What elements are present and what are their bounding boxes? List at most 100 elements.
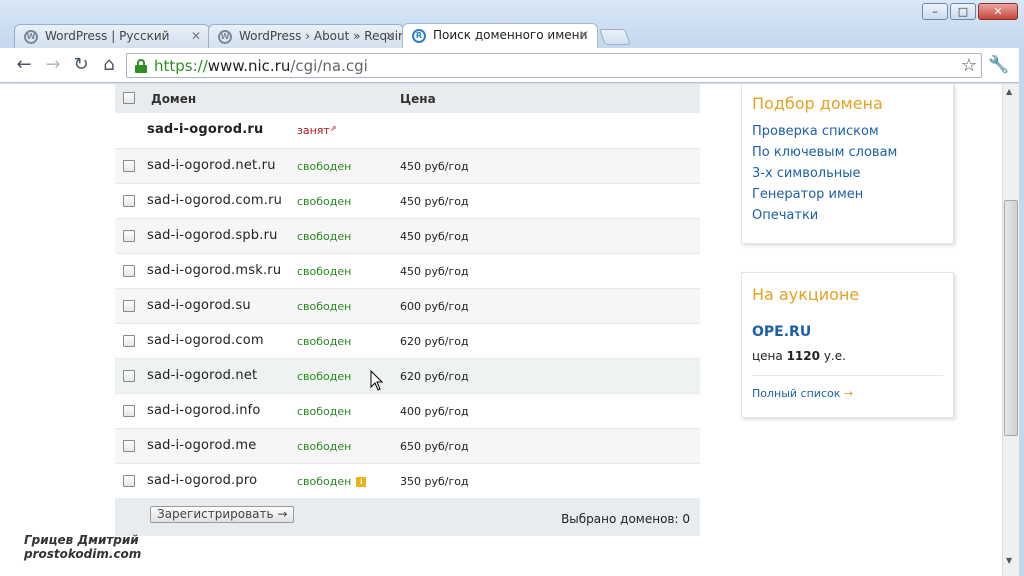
domain-status: свободен <box>297 335 352 348</box>
domain-checkbox[interactable] <box>123 335 135 347</box>
tab-close-icon[interactable]: ✕ <box>191 25 201 48</box>
domain-status: свободен <box>297 230 352 243</box>
auction-domain-link[interactable]: OPE.RU <box>752 324 943 340</box>
home-icon[interactable]: ⌂ <box>99 55 119 75</box>
tab-title: WordPress › About » Requir <box>239 29 403 43</box>
scroll-up-icon[interactable]: ▲ <box>1006 87 1012 96</box>
auction-panel: На аукционе OPE.RU цена 1120 у.е. Полный… <box>741 272 954 418</box>
browser-toolbar: ← → ↻ ⌂ https://www.nic.ru/cgi/na.cgi ☆ … <box>0 48 1024 83</box>
domain-status: свободен <box>297 440 352 453</box>
table-row: sad-i-ogorod.ru занят⇗ <box>115 113 700 148</box>
tab-close-icon[interactable]: ✕ <box>385 25 395 48</box>
tab-close-icon[interactable]: ✕ <box>579 24 589 47</box>
domain-checkbox[interactable] <box>123 300 135 312</box>
domain-price: 400 руб/год <box>400 405 469 418</box>
domain-status[interactable]: занят⇗ <box>297 124 337 137</box>
domain-checkbox[interactable] <box>123 475 135 487</box>
domain-status: свободен <box>297 265 352 278</box>
status-text: свободен <box>297 475 352 488</box>
vertical-scrollbar[interactable]: ▲ ▼ <box>1002 84 1019 576</box>
window-controls: – □ ✕ <box>922 3 1018 20</box>
domain-status: свободен <box>297 195 352 208</box>
domain-price: 450 руб/год <box>400 160 469 173</box>
watermark-line2: prostokodim.com <box>24 547 142 561</box>
domain-price: 650 руб/год <box>400 440 469 453</box>
nic-ru-icon: R <box>412 29 426 43</box>
price-suffix: у.е. <box>823 349 846 363</box>
domain-checkbox[interactable] <box>123 195 135 207</box>
table-row: sad-i-ogorod.me свободен 650 руб/год <box>115 428 700 463</box>
auction-title: На аукционе <box>752 285 860 304</box>
info-badge-icon[interactable]: i <box>356 477 367 487</box>
domain-checkbox[interactable] <box>123 265 135 277</box>
column-header-price: Цена <box>400 92 436 106</box>
domain-checkbox[interactable] <box>123 440 135 452</box>
full-list-label: Полный список <box>752 387 841 400</box>
domain-name: sad-i-ogorod.com.ru <box>147 193 283 208</box>
domain-price: 620 руб/год <box>400 370 469 383</box>
domain-name: sad-i-ogorod.com <box>147 333 264 348</box>
scrollbar-thumb[interactable] <box>1004 200 1018 436</box>
domain-status: свободен <box>297 405 352 418</box>
minimize-button[interactable]: – <box>922 3 948 20</box>
close-button[interactable]: ✕ <box>978 3 1018 20</box>
link-three-char[interactable]: 3-х символьные <box>752 166 953 187</box>
register-button[interactable]: Зарегистрировать → <box>150 506 295 523</box>
domain-name: sad-i-ogorod.info <box>147 403 261 418</box>
bookmark-star-icon[interactable]: ☆ <box>961 55 977 76</box>
back-arrow-icon[interactable]: ← <box>14 55 34 75</box>
address-bar[interactable]: https://www.nic.ru/cgi/na.cgi ☆ <box>126 53 982 78</box>
price-prefix: цена <box>752 349 783 363</box>
watermark: Грицев Дмитрий prostokodim.com <box>24 533 141 561</box>
domain-checkbox[interactable] <box>123 370 135 382</box>
domain-name: sad-i-ogorod.ru <box>147 122 264 137</box>
url-scheme: https:// <box>154 57 208 75</box>
link-name-generator[interactable]: Генератор имен <box>752 187 953 208</box>
wrench-icon[interactable]: 🔧 <box>988 55 1009 75</box>
domain-name: sad-i-ogorod.su <box>147 298 251 313</box>
domain-picker-title: Подбор домена <box>752 94 883 113</box>
tab-wordpress-russian[interactable]: W WordPress | Русский ✕ <box>14 24 210 48</box>
tab-title: Поиск доменного имени <box>433 28 588 42</box>
domain-status: свободен i <box>297 475 367 488</box>
table-row: sad-i-ogorod.msk.ru свободен 450 руб/год <box>115 253 700 288</box>
domain-checkbox[interactable] <box>123 230 135 242</box>
new-tab-button[interactable] <box>599 29 631 45</box>
watermark-line1: Грицев Дмитрий <box>24 533 139 547</box>
forward-arrow-icon[interactable]: → <box>43 55 63 75</box>
table-row: sad-i-ogorod.su свободен 600 руб/год <box>115 288 700 323</box>
domain-price: 450 руб/год <box>400 230 469 243</box>
link-keywords[interactable]: По ключевым словам <box>752 145 953 166</box>
domain-checkbox[interactable] <box>123 160 135 172</box>
domain-price: 620 руб/год <box>400 335 469 348</box>
link-typos[interactable]: Опечатки <box>752 208 953 229</box>
tab-wordpress-about[interactable]: W WordPress › About » Requir ✕ <box>208 24 404 48</box>
table-row: sad-i-ogorod.net.ru свободен 450 руб/год <box>115 148 700 183</box>
wordpress-icon: W <box>24 30 38 44</box>
wordpress-icon: W <box>218 30 232 44</box>
url-path: /cgi/na.cgi <box>290 57 368 75</box>
url-text[interactable]: https://www.nic.ru/cgi/na.cgi <box>154 56 368 76</box>
domain-name: sad-i-ogorod.spb.ru <box>147 228 278 243</box>
selected-value: 0 <box>682 512 690 526</box>
scroll-down-icon[interactable]: ▼ <box>1006 556 1012 565</box>
reload-icon[interactable]: ↻ <box>71 55 91 75</box>
maximize-button[interactable]: □ <box>950 3 976 20</box>
link-list-check[interactable]: Проверка списком <box>752 124 953 145</box>
title-bar: – □ ✕ W WordPress | Русский ✕ W WordPres… <box>0 0 1024 48</box>
domain-checkbox[interactable] <box>123 405 135 417</box>
selected-label: Выбрано доменов: <box>561 512 679 526</box>
table-footer: Зарегистрировать → Выбрано доменов: 0 <box>115 498 700 536</box>
select-all-checkbox[interactable] <box>123 92 135 104</box>
divider <box>752 375 943 376</box>
domain-name: sad-i-ogorod.net.ru <box>147 158 276 173</box>
domain-price: 600 руб/год <box>400 300 469 313</box>
full-list-link[interactable]: Полный список → <box>752 387 943 400</box>
domain-name: sad-i-ogorod.msk.ru <box>147 263 282 278</box>
domain-price: 350 руб/год <box>400 475 469 488</box>
column-header-domain: Домен <box>151 92 197 106</box>
tab-domain-search[interactable]: R Поиск доменного имени ✕ <box>402 23 598 48</box>
selected-count: Выбрано доменов: 0 <box>561 512 690 526</box>
domain-name: sad-i-ogorod.pro <box>147 473 258 488</box>
domain-status: свободен <box>297 370 352 383</box>
